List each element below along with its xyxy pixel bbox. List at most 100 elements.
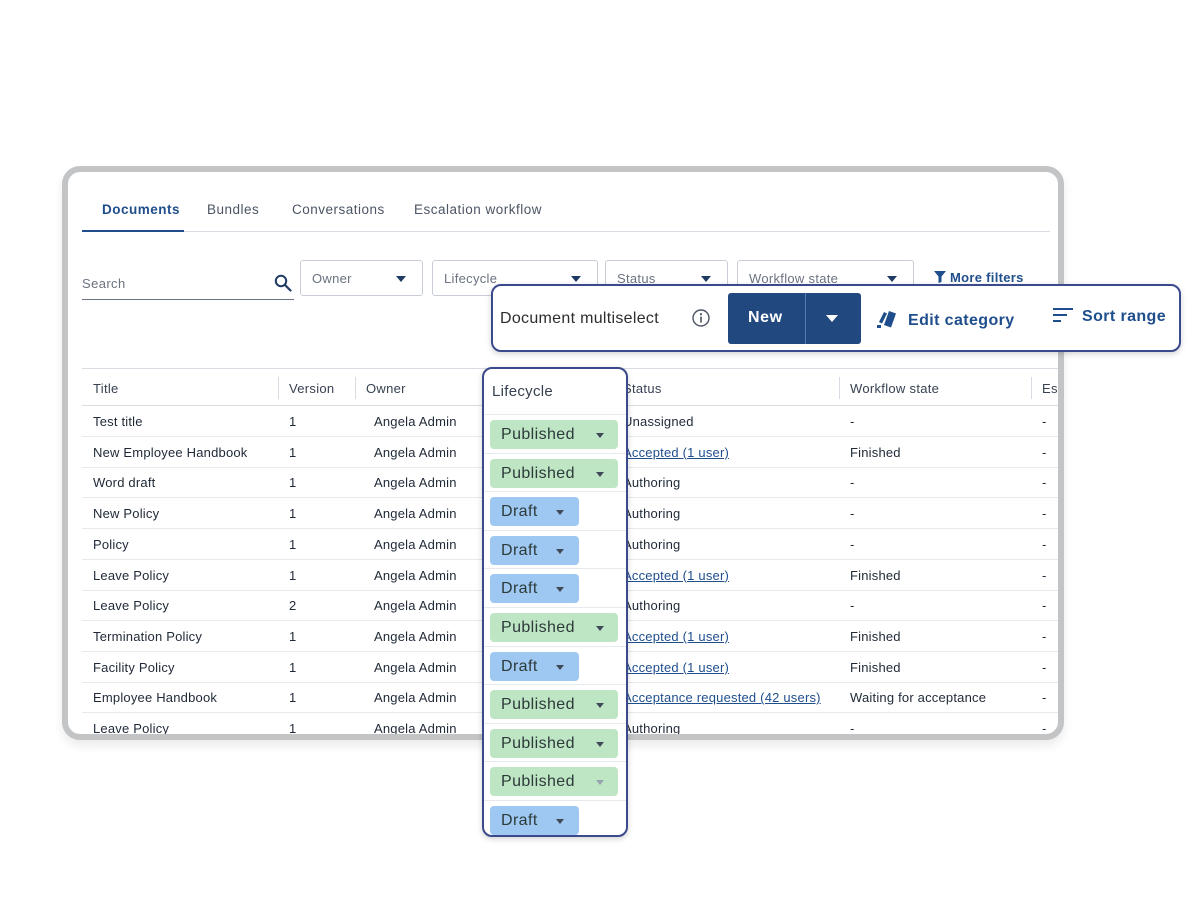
tab-documents[interactable]: Documents [102, 202, 180, 217]
column-header-status[interactable]: Status [623, 381, 662, 396]
lifecycle-draft-dropdown[interactable]: Draft [490, 497, 579, 527]
column-header-workflow-state[interactable]: Workflow state [850, 381, 939, 396]
chevron-down-icon [596, 626, 604, 631]
search-input[interactable]: Search [82, 268, 294, 300]
search-icon[interactable] [274, 274, 292, 292]
chevron-down-icon [556, 510, 564, 516]
cell-version: 2 [289, 598, 297, 614]
tab-bundles[interactable]: Bundles [207, 202, 259, 217]
cell-status[interactable]: Accepted (1 user) [623, 629, 729, 644]
tag-icon [877, 311, 896, 328]
tab-escalation-workflow[interactable]: Escalation workflow [414, 202, 542, 217]
chevron-down-icon [556, 587, 564, 593]
lifecycle-filter-label: Lifecycle [444, 271, 498, 286]
lifecycle-draft-dropdown[interactable]: Draft [490, 535, 579, 565]
lifecycle-published-dropdown[interactable]: Published [490, 420, 618, 449]
cell-version: 1 [289, 414, 297, 429]
cell-owner: Angela Admin [374, 598, 457, 614]
lifecycle-header: Lifecycle [492, 383, 554, 400]
lifecycle-row: Published [484, 722, 626, 762]
cell-status: Authoring [623, 598, 681, 614]
lifecycle-row: Published [484, 452, 626, 492]
lifecycle-published-dropdown[interactable]: Published [490, 613, 618, 642]
cell-extra: - [1042, 567, 1047, 583]
cell-title: Leave Policy [93, 721, 170, 736]
owner-filter-label: Owner [312, 271, 352, 286]
cell-owner: Angela Admin [374, 475, 457, 491]
chevron-down-icon[interactable] [826, 315, 838, 322]
document-multiselect-toolbar: Document multiselect New Edit category S… [491, 284, 1181, 352]
cell-status[interactable]: Accepted (1 user) [623, 445, 729, 460]
cell-owner: Angela Admin [374, 506, 457, 522]
column-divider [839, 377, 840, 399]
cell-owner: Angela Admin [374, 414, 457, 429]
cell-extra: - [1042, 659, 1047, 675]
edit-category-label: Edit category [908, 312, 1015, 329]
lifecycle-row: Published [484, 684, 626, 723]
cell-status[interactable]: Acceptance requested (42 users) [623, 690, 821, 705]
column-header-version[interactable]: Version [289, 381, 334, 396]
cell-title: New Policy [93, 506, 160, 522]
owner-filter[interactable]: Owner [300, 260, 423, 296]
cell-owner: Angela Admin [374, 536, 457, 552]
chevron-down-icon [556, 548, 564, 554]
cell-status[interactable]: Accepted (1 user) [623, 568, 729, 583]
lifecycle-chip-label: Published [501, 734, 575, 752]
cell-version: 1 [289, 721, 297, 736]
lifecycle-published-dropdown[interactable]: Published [490, 690, 618, 720]
cell-status: Unassigned [623, 414, 694, 429]
cell-title: Policy [93, 536, 129, 552]
new-button[interactable]: New [728, 293, 861, 344]
lifecycle-chip-label: Published [501, 696, 575, 714]
cell-extra: - [1042, 721, 1047, 736]
cell-owner: Angela Admin [374, 721, 457, 736]
cell-title: Leave Policy [93, 567, 170, 583]
cell-extra: - [1042, 444, 1047, 460]
lifecycle-row: Published [484, 761, 626, 800]
chevron-down-icon [596, 780, 604, 786]
column-divider [355, 377, 356, 399]
lifecycle-draft-dropdown[interactable]: Draft [490, 574, 579, 604]
cell-title: Facility Policy [93, 659, 175, 675]
lifecycle-draft-dropdown[interactable]: Draft [490, 806, 579, 835]
lifecycle-row: Draft [484, 529, 626, 569]
lifecycle-row: Draft [484, 568, 626, 607]
cell-owner: Angela Admin [374, 690, 457, 706]
cell-title: Termination Policy [93, 628, 203, 644]
cell-owner: Angela Admin [374, 628, 457, 644]
lifecycle-published-dropdown[interactable]: Published [490, 728, 618, 758]
more-filters-label: More filters [950, 270, 1024, 285]
chevron-down-icon [596, 741, 604, 747]
funnel-icon [934, 271, 946, 283]
info-icon[interactable] [691, 308, 711, 328]
lifecycle-column-overlay: Lifecycle Published Published Draft Draft Dr… [482, 367, 628, 837]
lifecycle-draft-dropdown[interactable]: Draft [490, 651, 579, 681]
cell-extra: - [1042, 690, 1047, 706]
cell-status: Authoring [623, 721, 681, 736]
tab-bar: Documents Bundles Conversations Escalati… [82, 172, 1050, 232]
edit-category-button[interactable]: Edit category [876, 308, 1015, 330]
split-divider [805, 293, 806, 344]
chevron-down-icon [596, 471, 604, 477]
cell-extra: - [1042, 414, 1047, 429]
lifecycle-chip-label: Draft [501, 812, 538, 829]
cell-workflow-state: Finished [850, 567, 901, 583]
cell-owner: Angela Admin [374, 567, 457, 583]
cell-status[interactable]: Accepted (1 user) [623, 660, 729, 675]
lifecycle-published-dropdown[interactable]: Published [490, 458, 618, 488]
column-header-owner[interactable]: Owner [366, 381, 406, 396]
cell-extra: - [1042, 475, 1047, 491]
cell-workflow-state: - [850, 475, 855, 491]
cell-title: Test title [93, 414, 143, 429]
sort-range-button[interactable]: Sort range [1052, 306, 1166, 326]
cell-workflow-state: Finished [850, 659, 901, 675]
more-filters-button[interactable]: More filters [934, 270, 1024, 285]
lifecycle-chip-label: Published [501, 619, 575, 636]
cell-owner: Angela Admin [374, 659, 457, 675]
lifecycle-published-dropdown[interactable]: Published [490, 767, 618, 797]
column-header-extra[interactable]: Es [1042, 381, 1058, 396]
column-header-title[interactable]: Title [93, 381, 119, 396]
cell-extra: - [1042, 536, 1047, 552]
cell-workflow-state: - [850, 536, 855, 552]
tab-conversations[interactable]: Conversations [292, 202, 385, 217]
